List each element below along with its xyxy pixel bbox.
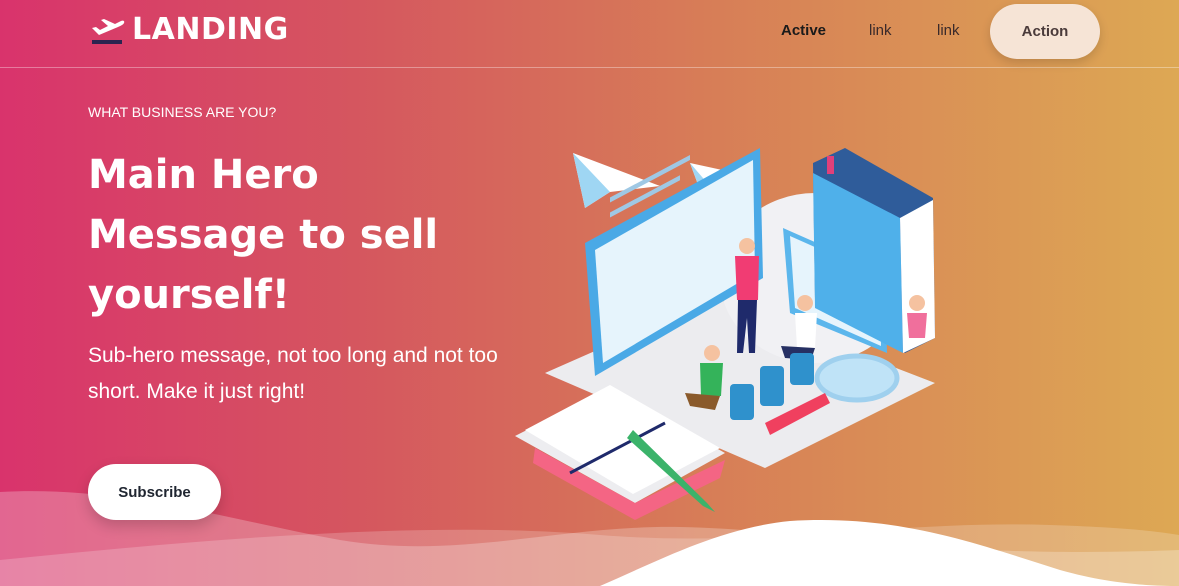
action-button[interactable]: Action xyxy=(990,4,1100,59)
logo-text: LANDING xyxy=(132,12,289,47)
top-navbar: LANDING Active link link Action xyxy=(0,0,1179,68)
hero-section: LANDING Active link link Action WHAT BUS… xyxy=(0,0,1179,586)
subscribe-button[interactable]: Subscribe xyxy=(88,464,221,520)
brand-logo[interactable]: LANDING xyxy=(90,12,289,47)
hero-eyebrow: WHAT BUSINESS ARE YOU? xyxy=(88,104,277,120)
hero-subheading: Sub-hero message, not too long and not t… xyxy=(88,344,498,403)
nav-link-active[interactable]: Active xyxy=(781,22,826,39)
airplane-departure-icon xyxy=(92,18,125,44)
nav-link-2[interactable]: link xyxy=(937,22,960,39)
isometric-office-illustration xyxy=(515,148,935,520)
hero-headline: Main Hero Message to sell yourself! xyxy=(88,152,439,318)
nav-link-1[interactable]: link xyxy=(869,22,892,39)
